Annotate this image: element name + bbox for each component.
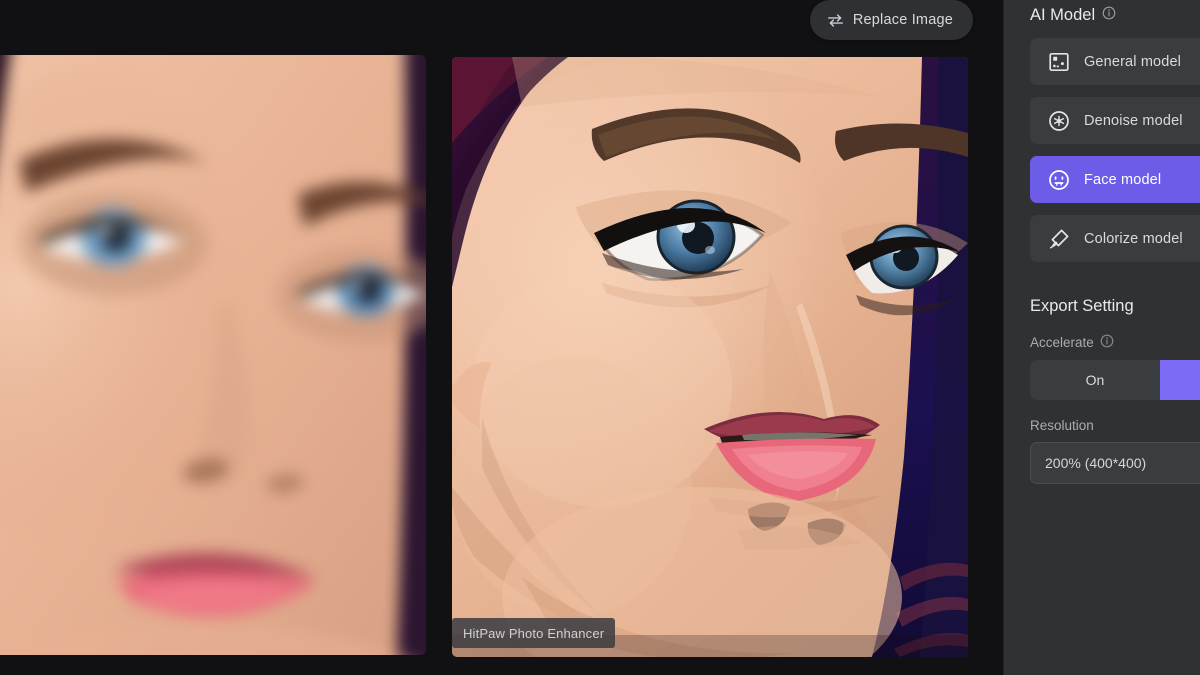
model-option-label: Colorize model xyxy=(1084,230,1183,247)
image-frame-icon xyxy=(1047,50,1071,74)
model-option-label: Face model xyxy=(1084,171,1162,188)
accelerate-toggle[interactable]: On xyxy=(1030,360,1200,400)
accelerate-option-off[interactable] xyxy=(1160,360,1200,400)
noise-circle-icon xyxy=(1047,109,1071,133)
export-setting-title-text: Export Setting xyxy=(1030,297,1134,315)
accelerate-option-on-label: On xyxy=(1085,372,1105,388)
ai-model-title-text: AI Model xyxy=(1030,6,1096,24)
model-option-label: Denoise model xyxy=(1084,112,1183,129)
ai-model-heading: AI Model xyxy=(1030,6,1200,25)
model-option-face[interactable]: Face model xyxy=(1030,156,1200,203)
original-image-preview[interactable] xyxy=(0,55,426,655)
face-circle-icon xyxy=(1047,168,1071,192)
enhanced-portrait-image xyxy=(452,57,968,657)
resolution-label: Resolution xyxy=(1030,418,1094,433)
resolution-label-row: Resolution xyxy=(1030,418,1200,433)
watermark-text: HitPaw Photo Enhancer xyxy=(463,625,605,641)
resolution-value: 200% (400*400) xyxy=(1045,455,1147,471)
model-option-label: General model xyxy=(1084,53,1182,70)
enhanced-image-preview[interactable] xyxy=(452,57,968,657)
resolution-select[interactable]: 200% (400*400) xyxy=(1030,442,1200,484)
info-circle-icon[interactable] xyxy=(1100,334,1114,351)
watermark-label: HitPaw Photo Enhancer xyxy=(452,618,616,648)
original-portrait-image xyxy=(0,55,426,655)
export-setting-heading: Export Setting xyxy=(1030,297,1200,316)
model-option-colorize[interactable]: Colorize model xyxy=(1030,215,1200,262)
replace-image-label: Replace Image xyxy=(852,12,953,28)
swap-arrows-icon xyxy=(827,13,844,28)
settings-sidebar: AI Model General model Denoise model Fac… xyxy=(1003,0,1200,675)
ai-model-list: General model Denoise model Face model C… xyxy=(1030,38,1200,262)
accelerate-label: Accelerate xyxy=(1030,335,1094,350)
model-option-denoise[interactable]: Denoise model xyxy=(1030,97,1200,144)
info-circle-icon[interactable] xyxy=(1102,6,1116,25)
accelerate-label-row: Accelerate xyxy=(1030,334,1200,351)
accelerate-option-on[interactable]: On xyxy=(1030,360,1160,400)
model-option-general[interactable]: General model xyxy=(1030,38,1200,85)
replace-image-button[interactable]: Replace Image xyxy=(809,0,973,40)
app-window: HitPaw Photo Enhancer Replace Image AI M… xyxy=(0,0,1200,675)
paint-brush-icon xyxy=(1047,227,1071,251)
preview-canvas: HitPaw Photo Enhancer Replace Image xyxy=(0,0,1003,675)
